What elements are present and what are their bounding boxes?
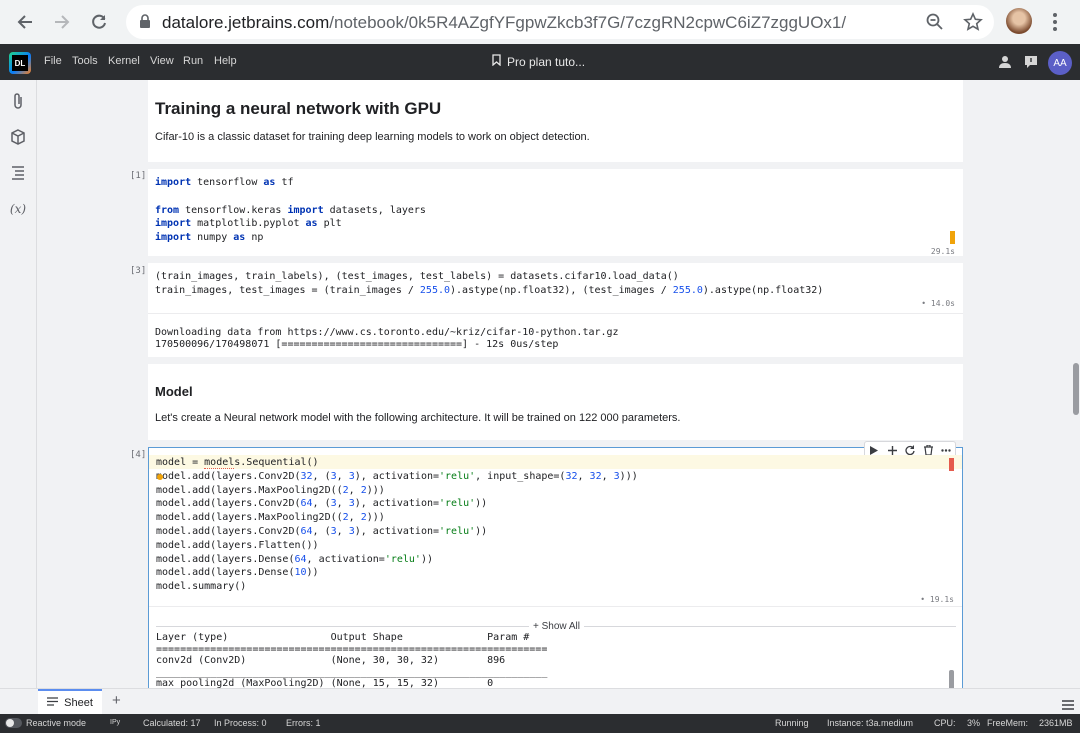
in-process-count: In Process: 0 — [214, 718, 267, 728]
profile-avatar[interactable] — [1006, 8, 1032, 34]
model-paragraph: Let's create a Neural network model with… — [155, 412, 681, 424]
browser-menu-icon[interactable] — [1051, 12, 1059, 37]
code-cell-imports[interactable]: import tensorflow as tf from tensorflow.… — [148, 169, 963, 256]
bookmark-star-icon[interactable] — [963, 12, 983, 37]
menu-tools[interactable]: Tools — [72, 55, 98, 67]
address-bar[interactable]: datalore.jetbrains.com/notebook/0k5R4AZg… — [126, 5, 994, 39]
hamburger-menu-icon[interactable] — [1062, 697, 1074, 715]
url-path: /notebook/0k5R4AZgfYFgpwZkcb3f7G/7czgRN2… — [329, 13, 847, 32]
instance-type[interactable]: Instance: t3a.medium — [827, 718, 913, 728]
heading-model: Model — [155, 384, 193, 399]
datalore-logo[interactable]: DL — [9, 52, 31, 74]
freemem-label: FreeMem: — [987, 718, 1029, 728]
reactive-mode-toggle[interactable] — [5, 718, 22, 728]
add-sheet-button[interactable]: + — [112, 692, 121, 709]
back-arrow-icon[interactable] — [15, 12, 35, 32]
lock-icon — [139, 14, 151, 34]
error-marker[interactable] — [949, 458, 954, 471]
app-menubar: DL File Tools Kernel View Run Help Pro p… — [0, 44, 1080, 80]
error-underline — [204, 468, 234, 469]
exec-count-3: [3] — [130, 266, 147, 276]
kernel-label: IPy — [110, 719, 121, 726]
attachments-icon[interactable] — [9, 92, 27, 110]
environment-package-icon[interactable] — [9, 128, 27, 146]
notebook-title[interactable]: Pro plan tuto... — [492, 54, 585, 69]
download-output: Downloading data from https://www.cs.tor… — [155, 327, 619, 350]
show-all-button[interactable]: + Show All — [529, 621, 584, 632]
notebook-content: Training a neural network with GPU Cifar… — [37, 80, 1072, 688]
sheet-tab-label: Sheet — [64, 697, 93, 709]
cpu-label: CPU: — [934, 718, 956, 728]
cpu-value: 3% — [967, 718, 981, 728]
model-summary-output: Layer (type) Output Shape Param # ======… — [156, 632, 548, 688]
bookmark-icon — [492, 54, 501, 69]
menu-run[interactable]: Run — [183, 55, 203, 67]
status-bar: Reactive mode IPy Calculated: 17 In Proc… — [0, 714, 1080, 733]
intro-paragraph: Cifar-10 is a classic dataset for traini… — [155, 131, 590, 143]
kernel-status: Running — [775, 718, 809, 728]
output-divider — [148, 313, 963, 314]
menu-file[interactable]: File — [44, 55, 62, 67]
timing-3: • 14.0s — [921, 299, 955, 308]
sheet-tabs-bar: Sheet + — [0, 688, 1080, 715]
zoom-icon[interactable] — [926, 13, 944, 36]
menu-view[interactable]: View — [150, 55, 174, 67]
code-cell-load-data[interactable]: (train_images, train_labels), (test_imag… — [148, 263, 963, 357]
code-load-data: (train_images, train_labels), (test_imag… — [155, 271, 824, 296]
warning-marker[interactable] — [950, 231, 955, 244]
url-domain: datalore.jetbrains.com — [162, 13, 330, 32]
output-scrollbar[interactable] — [949, 670, 954, 688]
exec-count-4: [4] — [130, 450, 147, 460]
exec-count-1: [1] — [130, 171, 147, 181]
heading-training: Training a neural network with GPU — [155, 99, 442, 118]
browser-toolbar: datalore.jetbrains.com/notebook/0k5R4AZg… — [0, 0, 1080, 44]
timing-1: 29.1s — [930, 247, 955, 256]
sheet-tab[interactable]: Sheet — [38, 689, 102, 715]
feedback-icon[interactable] — [1024, 55, 1038, 74]
reload-icon[interactable] — [89, 12, 109, 32]
warning-bulb-icon[interactable] — [157, 474, 163, 480]
markdown-cell-title[interactable]: Training a neural network with GPU Cifar… — [148, 80, 963, 162]
sheet-list-icon — [47, 697, 59, 709]
markdown-cell-model[interactable]: Model Let's create a Neural network mode… — [148, 364, 963, 440]
errors-count[interactable]: Errors: 1 — [286, 718, 321, 728]
output-divider-2 — [149, 606, 962, 607]
outline-icon[interactable] — [9, 164, 27, 182]
menu-help[interactable]: Help — [214, 55, 237, 67]
page-scrollbar[interactable] — [1073, 363, 1079, 415]
logo-text: DL — [12, 55, 28, 71]
timing-4: • 19.1s — [920, 595, 954, 604]
reactive-mode-label: Reactive mode — [26, 718, 87, 728]
code-model[interactable]: model = models.Sequential() model.add(la… — [156, 456, 638, 594]
notebook-title-text: Pro plan tuto... — [507, 54, 586, 69]
menu-kernel[interactable]: Kernel — [108, 55, 140, 67]
url-text: datalore.jetbrains.com/notebook/0k5R4AZg… — [162, 13, 846, 33]
left-tool-rail: (x) — [0, 80, 37, 714]
variables-icon[interactable]: (x) — [9, 200, 27, 218]
code-cell-model[interactable]: model = models.Sequential() model.add(la… — [148, 441, 963, 688]
share-user-icon[interactable] — [999, 55, 1013, 74]
forward-arrow-icon[interactable] — [52, 12, 72, 32]
calculated-count: Calculated: 17 — [143, 718, 201, 728]
user-avatar[interactable]: AA — [1048, 51, 1072, 75]
code-imports: import tensorflow as tf from tensorflow.… — [155, 177, 426, 244]
freemem-value: 2361MB — [1039, 718, 1073, 728]
